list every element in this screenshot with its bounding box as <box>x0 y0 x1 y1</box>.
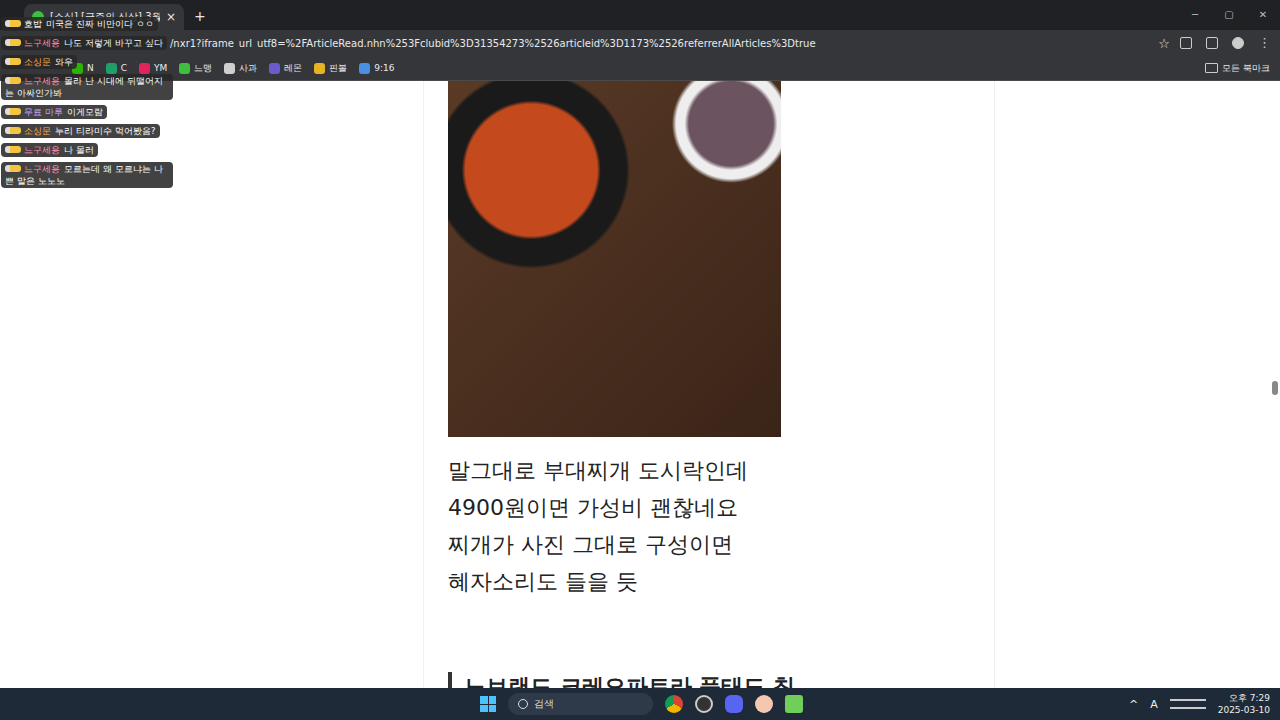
taskbar-search[interactable]: 검색 <box>508 693 653 715</box>
badge-icon <box>5 165 21 172</box>
window-control-button[interactable]: ✕ <box>1246 0 1280 28</box>
profile-icon[interactable] <box>1232 37 1244 49</box>
search-icon <box>518 699 528 709</box>
chat-user: 호밥 <box>24 19 42 29</box>
chat-text: 미국은 진짜 비만이다 ㅇㅇ <box>46 19 154 29</box>
extensions-icon[interactable] <box>1180 37 1192 49</box>
folder-icon <box>1205 63 1218 73</box>
bookmark-icon <box>106 63 117 74</box>
bookmark-label: N <box>87 63 94 73</box>
new-tab-button[interactable]: + <box>184 8 216 30</box>
badge-icon <box>5 39 21 46</box>
bookmark-label: 9:16 <box>374 63 394 73</box>
bookmark-item[interactable]: 레몬 <box>269 62 302 75</box>
chat-message: 소싱문 누리 티라미수 먹어봤음? <box>1 124 160 138</box>
scrollbar[interactable] <box>1272 81 1278 688</box>
chat-overlay: 호밥미국은 진짜 비만이다 ㅇㅇ느구세용나도 저렇게 바꾸고 싶다소싱문와우느구… <box>1 17 176 188</box>
ime-indicator[interactable]: A <box>1150 698 1158 711</box>
address-bar: /nxr1?iframe_url_utf8=%2FArticleRead.nhn… <box>0 30 1280 56</box>
chrome-icon[interactable] <box>665 695 683 713</box>
network-icon[interactable] <box>1170 699 1206 709</box>
chat-message: 느구세용모르는데 왜 모르냐는 나쁜 말은 노노노 <box>1 162 173 188</box>
bookmark-label: 느맹 <box>194 62 212 75</box>
paragraph-line: 4900원이면 가성비 괜찮네요 <box>448 489 994 526</box>
bookmark-label: YM <box>154 63 167 73</box>
chat-text: 나도 저렇게 바꾸고 싶다 <box>64 38 163 48</box>
app-icon[interactable] <box>695 695 713 713</box>
bookmark-item[interactable]: 느맹 <box>179 62 212 75</box>
all-bookmarks-label: 모든 북마크 <box>1222 62 1270 75</box>
tab-bar: [소식] [금주의 신상] 3월 1주자×+─▢✕ <box>0 0 1280 30</box>
toolbar-icons: ⋮ <box>1180 37 1270 49</box>
chat-user: 소싱문 <box>24 57 51 67</box>
all-bookmarks[interactable]: 모든 북마크 <box>1205 62 1270 75</box>
chat-user: 느구세용 <box>24 164 60 174</box>
article: 말그대로 부대찌개 도시락인데4900원이면 가성비 괜찮네요찌개가 사진 그대… <box>423 81 995 688</box>
chat-text: 누리 티라미수 먹어봤음? <box>55 126 156 136</box>
system-tray: ^ A 오후 7:292025-03-10 <box>1129 692 1280 716</box>
bookmark-label: 레몬 <box>284 62 302 75</box>
paragraph-line: 말그대로 부대찌개 도시락인데 <box>448 452 994 489</box>
menu-icon[interactable]: ⋮ <box>1258 37 1270 49</box>
bookmark-icon <box>179 63 190 74</box>
chat-text: 이게모람 <box>67 107 103 117</box>
url-text: /nxr1?iframe_url_utf8=%2FArticleRead.nhn… <box>170 38 1150 49</box>
chat-message: 느구세용 나도 저렇게 바꾸고 싶다 <box>1 36 167 50</box>
windows-logo-icon[interactable] <box>480 696 496 712</box>
window-control-button[interactable]: ─ <box>1178 0 1212 28</box>
paragraph-line: 찌개가 사진 그대로 구성이면 <box>448 526 994 563</box>
tab-close-button[interactable]: × <box>166 10 176 24</box>
bookmark-icon <box>269 63 280 74</box>
star-icon[interactable]: ☆ <box>1158 36 1170 51</box>
bookmark-item[interactable]: 핀볼 <box>314 62 347 75</box>
bookmark-icon <box>359 63 370 74</box>
chat-user: 느구세용 <box>24 145 60 155</box>
window-controls: ─▢✕ <box>1178 0 1280 28</box>
clock[interactable]: 오후 7:292025-03-10 <box>1218 692 1270 716</box>
section-heading: 노브랜드 크레오파트라 풍태도 칩 <box>448 672 994 688</box>
chat-message: 느구세용몰라 난 시대에 뒤떨어지는 아싸인가봐 <box>1 74 173 100</box>
chat-user: 소싱문 <box>24 126 51 136</box>
bookmark-item[interactable]: C <box>106 63 127 74</box>
badge-icon <box>5 146 21 153</box>
screen: [소식] [금주의 신상] 3월 1주자×+─▢✕/nxr1?iframe_ur… <box>0 0 1280 720</box>
badge-icon <box>5 127 21 134</box>
bookmark-item[interactable]: 사과 <box>224 62 257 75</box>
bookmark-label: C <box>121 63 127 73</box>
media-icon[interactable] <box>1206 37 1218 49</box>
chat-user: 느구세용 <box>24 76 60 86</box>
chat-message: 호밥 미국은 진짜 비만이다 ㅇㅇ <box>1 17 158 31</box>
app-icon[interactable] <box>755 695 773 713</box>
badge-icon <box>5 77 21 84</box>
chat-user: 무료 마루 <box>24 107 63 117</box>
chat-message: 무료 마루 이게모람 <box>1 105 107 119</box>
chat-text: 나 몰러 <box>64 145 94 155</box>
bookmarks-bar: N C YM 느맹 사과 레몬 핀볼 9:16 모든 북마크 <box>0 56 1280 81</box>
bookmark-icon <box>314 63 325 74</box>
page: 말그대로 부대찌개 도시락인데4900원이면 가성비 괜찮네요찌개가 사진 그대… <box>0 81 1280 688</box>
paragraph-line: 혜자소리도 들을 듯 <box>448 563 994 600</box>
tray-arrow[interactable]: ^ <box>1129 698 1138 711</box>
search-label: 검색 <box>534 697 554 711</box>
bookmark-label: 핀볼 <box>329 62 347 75</box>
article-paragraph: 말그대로 부대찌개 도시락인데4900원이면 가성비 괜찮네요찌개가 사진 그대… <box>448 452 994 600</box>
badge-icon <box>5 108 21 115</box>
chat-user: 느구세용 <box>24 38 60 48</box>
chat-text: 와우 <box>55 57 73 67</box>
bookmark-item[interactable]: YM <box>139 63 167 74</box>
app-icon[interactable] <box>785 695 803 713</box>
bookmark-icon <box>139 63 150 74</box>
badge-icon <box>5 20 21 27</box>
bookmark-label: 사과 <box>239 62 257 75</box>
chat-message: 소싱문 와우 <box>1 55 77 69</box>
url-field[interactable]: /nxr1?iframe_url_utf8=%2FArticleRead.nhn… <box>170 32 1170 54</box>
chat-message: 느구세용 나 몰러 <box>1 143 98 157</box>
food-photo <box>448 81 781 437</box>
bookmark-item[interactable]: 9:16 <box>359 63 394 74</box>
taskbar: 검색 ^ A 오후 7:292025-03-10 <box>0 688 1280 720</box>
badge-icon <box>5 58 21 65</box>
window-control-button[interactable]: ▢ <box>1212 0 1246 28</box>
bookmark-icon <box>224 63 235 74</box>
discord-icon[interactable] <box>725 695 743 713</box>
